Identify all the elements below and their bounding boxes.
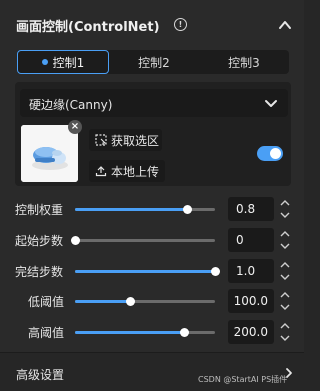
panel-title: 画面控制(ControlNet) xyxy=(16,20,160,35)
value-stepper[interactable] xyxy=(277,320,293,344)
param-slider[interactable] xyxy=(71,236,215,245)
tab-label: 控制3 xyxy=(228,55,260,70)
tab-label: 控制1 xyxy=(52,55,85,70)
param-slider[interactable] xyxy=(75,297,215,306)
slider-fill xyxy=(75,208,187,211)
slider-fill xyxy=(75,300,130,303)
param-value-input[interactable]: 0.8 xyxy=(228,197,274,221)
param-label: 起始步数 xyxy=(15,234,64,248)
param-slider[interactable] xyxy=(75,328,215,337)
param-slider[interactable] xyxy=(75,205,215,214)
param-slider[interactable] xyxy=(75,267,220,276)
param-value: 0.8 xyxy=(236,202,256,216)
slider-fill xyxy=(75,270,215,273)
value-stepper[interactable] xyxy=(277,259,293,283)
tab-control-2[interactable]: 控制2 xyxy=(109,50,199,74)
stepper-down-icon[interactable] xyxy=(277,271,293,283)
controlnet-panel: 画面控制(ControlNet) ! 控制1 控制2 控制3 硬边缘(Canny… xyxy=(0,0,304,391)
info-circle-icon[interactable]: ! xyxy=(174,18,187,31)
slider-knob[interactable] xyxy=(183,205,192,214)
value-stepper[interactable] xyxy=(277,228,293,252)
pick-region-button[interactable]: 获取选区 xyxy=(89,129,162,151)
param-value-input[interactable]: 200.0 xyxy=(228,320,274,344)
watermark-text: CSDN @StartAI PS插件 xyxy=(198,375,288,384)
param-value-input[interactable]: 100.0 xyxy=(228,289,274,313)
stepper-up-icon[interactable] xyxy=(277,320,293,332)
param-value: 100.0 xyxy=(233,294,268,308)
param-label: 高阈值 xyxy=(28,326,65,340)
slider-knob[interactable] xyxy=(211,267,220,276)
chevron-down-icon xyxy=(265,100,277,107)
close-icon[interactable]: × xyxy=(68,120,82,134)
upload-icon xyxy=(95,166,107,177)
tab-control-1[interactable]: 控制1 xyxy=(17,50,109,74)
local-upload-button[interactable]: 本地上传 xyxy=(89,160,165,182)
stepper-down-icon[interactable] xyxy=(277,240,293,252)
stepper-up-icon[interactable] xyxy=(277,228,293,240)
slider-knob[interactable] xyxy=(125,297,135,306)
param-value: 0 xyxy=(236,233,244,247)
param-value: 1.0 xyxy=(236,264,256,278)
stepper-down-icon[interactable] xyxy=(277,301,293,313)
advanced-settings-row[interactable]: 高级设置 xyxy=(0,353,304,391)
param-label: 控制权重 xyxy=(15,203,64,217)
model-select[interactable]: 硬边缘(Canny) xyxy=(20,89,288,117)
slider-fill xyxy=(75,331,185,334)
upload-label: 本地上传 xyxy=(111,164,160,179)
slider-knob[interactable] xyxy=(180,328,190,337)
pick-region-label: 获取选区 xyxy=(111,133,160,148)
stepper-up-icon[interactable] xyxy=(277,289,293,301)
slider-knob[interactable] xyxy=(71,236,80,245)
enable-toggle[interactable] xyxy=(257,146,283,161)
stepper-down-icon[interactable] xyxy=(277,209,293,221)
model-select-value: 硬边缘(Canny) xyxy=(29,98,113,112)
reference-image[interactable] xyxy=(21,125,78,182)
stepper-down-icon[interactable] xyxy=(277,332,293,344)
value-stepper[interactable] xyxy=(277,289,293,313)
value-stepper[interactable] xyxy=(277,197,293,221)
advanced-settings-title: 高级设置 xyxy=(16,368,65,382)
param-label: 完结步数 xyxy=(15,265,64,279)
param-label: 低阈值 xyxy=(28,295,65,309)
control-tabs: 控制1 控制2 控制3 xyxy=(17,50,289,74)
tab-control-3[interactable]: 控制3 xyxy=(199,50,289,74)
panel-header[interactable]: 画面控制(ControlNet) ! xyxy=(0,0,304,48)
stepper-up-icon[interactable] xyxy=(277,197,293,209)
stepper-up-icon[interactable] xyxy=(277,259,293,271)
active-dot-icon xyxy=(41,59,48,65)
toggle-knob xyxy=(270,148,281,159)
param-value-input[interactable]: 1.0 xyxy=(228,259,274,283)
chevron-up-icon[interactable] xyxy=(277,17,293,33)
param-value: 200.0 xyxy=(233,325,268,339)
param-value-input[interactable]: 0 xyxy=(228,228,274,252)
reference-image-graphic xyxy=(21,125,78,182)
tab-label: 控制2 xyxy=(138,55,170,70)
selection-icon xyxy=(95,134,107,146)
